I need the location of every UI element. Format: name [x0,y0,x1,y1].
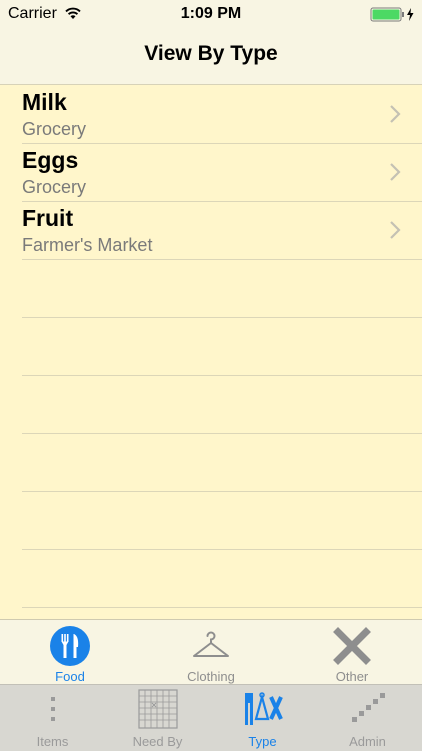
tab-label: Admin [349,734,386,749]
chevron-right-icon [390,105,401,123]
row-separator [22,259,422,260]
x-icon [333,627,371,665]
list-item-eggs[interactable]: Eggs Grocery [0,143,422,201]
list-item-milk[interactable]: Milk Grocery [0,85,422,143]
tab-items[interactable]: Items [0,685,105,751]
list-item-title: Eggs [22,147,79,173]
chevron-right-icon [390,163,401,181]
list-item-subtitle: Farmer's Market [22,235,153,255]
list-item-subtitle: Grocery [22,177,87,197]
row-separator [22,607,422,608]
tab-label: Food [55,669,85,684]
vertical-dots-icon [50,697,55,721]
tab-food[interactable]: Food [0,620,140,685]
list-item-fruit[interactable]: Fruit Farmer's Market [0,201,422,259]
battery-icon [370,7,414,22]
type-symbols-icon [244,692,283,725]
tab-admin[interactable]: Admin [315,685,420,751]
tab-label: Items [36,734,69,749]
item-list: Milk Grocery Eggs Grocery Fruit Farmer's… [0,85,422,619]
list-item-subtitle: Grocery [22,119,87,139]
tab-clothing[interactable]: Clothing [141,620,281,685]
chevron-right-icon [390,221,401,239]
list-item-title: Milk [22,89,67,115]
tab-label: Clothing [187,669,235,684]
tab-label: Other [335,669,369,684]
row-separator [22,433,422,434]
fork-knife-icon [50,626,90,666]
admin-steps-icon [351,693,385,722]
status-bar: Carrier 1:09 PM [0,0,422,30]
row-separator [22,491,422,492]
main-tab-bar: Items Need By Type Admin [0,684,422,751]
tab-need-by[interactable]: Need By [105,685,210,751]
list-item-title: Fruit [22,205,74,231]
status-time: 1:09 PM [180,5,242,22]
navigation-bar: View By Type [0,30,422,85]
type-tab-bar: Food Clothing Other [0,619,422,685]
tab-label: Need By [132,734,183,749]
row-separator [22,317,422,318]
tab-label: Type [248,734,277,749]
hanger-icon [193,631,229,657]
page-title: View By Type [144,42,278,65]
tab-type[interactable]: Type [210,685,315,751]
row-separator [22,375,422,376]
calendar-grid-icon [137,689,178,729]
row-separator [22,549,422,550]
tab-other[interactable]: Other [282,620,422,685]
